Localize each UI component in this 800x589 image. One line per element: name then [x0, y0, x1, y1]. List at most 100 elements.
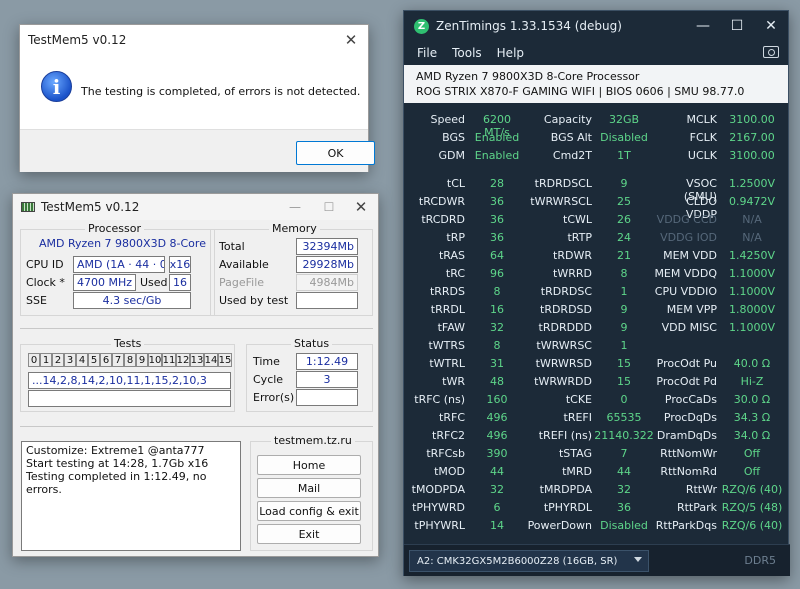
menu-help[interactable]: Help [497, 46, 524, 60]
screenshot-camera-icon[interactable] [763, 46, 779, 58]
timing-label: tRFC (ns) [414, 393, 465, 406]
dimm-select[interactable]: A2: CMK32GX5M2B6000Z28 (16GB, SR) [409, 550, 649, 572]
timing-label: tPHYWRD [412, 501, 465, 514]
timing-value: 34.0 Ω [733, 429, 771, 442]
timing-row: GDM Enabled Cmd2T 1T UCLK 3100.00 [404, 149, 790, 167]
dialog-close-icon[interactable]: ✕ [334, 25, 368, 55]
load-config-exit-button[interactable]: Load config & exit [257, 501, 361, 521]
testmem-title: TestMem5 v0.12 [41, 200, 140, 214]
testmem-window: TestMem5 v0.12 — ☐ ✕ Processor AMD Ryzen… [12, 193, 379, 557]
timing-row: tRFCsb 390 tSTAG 7 RttNomWr Off [404, 447, 790, 465]
test-cell: 2 [52, 353, 64, 367]
dialog-titlebar[interactable]: TestMem5 v0.12 ✕ [20, 25, 368, 55]
cpu-name: AMD Ryzen 7 9800X3D 8-Core Processor [416, 70, 640, 83]
dimm-select-value: A2: CMK32GX5M2B6000Z28 (16GB, SR) [417, 555, 618, 567]
zentimings-title: ZenTimings 1.33.1534 (debug) [436, 19, 622, 33]
timing-label: UCLK [687, 149, 717, 162]
test-cell: 3 [64, 353, 76, 367]
timing-value: 24 [617, 231, 631, 244]
timing-value: N/A [742, 213, 762, 226]
timing-value: 31 [490, 357, 504, 370]
timing-value: 8 [493, 285, 501, 298]
timing-row: tRP 36 tRTP 24 VDDG IOD N/A [404, 231, 790, 249]
errors-field [296, 389, 358, 406]
timing-value: 16 [490, 303, 504, 316]
zentimings-window: Z ZenTimings 1.33.1534 (debug) — ☐ ✕ Fil… [403, 10, 790, 576]
status-group-label: Status [291, 337, 333, 350]
test-cell: 15 [218, 353, 232, 367]
timing-row: tRC 96 tWRRD 8 MEM VDDQ 1.1000V [404, 267, 790, 285]
timing-value: Disabled [600, 519, 648, 532]
timing-value: Enabled [474, 131, 520, 144]
available-field: 29928Mb [296, 256, 358, 273]
mail-button[interactable]: Mail [257, 478, 361, 498]
testmem-titlebar[interactable]: TestMem5 v0.12 — ☐ ✕ [13, 194, 378, 220]
timing-value: 8 [620, 267, 628, 280]
timing-row: tRCDWR 36 tWRWRSCL 25 CLDO VDDP 0.9472V [404, 195, 790, 221]
dialog-title: TestMem5 v0.12 [28, 33, 127, 47]
timing-value: 3100.00 [729, 149, 775, 162]
processor-group-label: Processor [85, 222, 144, 235]
timing-label: tWRWRSCL [530, 195, 592, 208]
timing-row: tRFC2 496 tREFI (ns) 21140.322 DramDqDs 34.0 … [404, 429, 790, 447]
timing-row: tFAW 32 tRDRDDD 9 VDD MISC 1.1000V [404, 321, 790, 339]
timing-value: 7 [620, 447, 628, 460]
timing-label: tRTP [567, 231, 592, 244]
time-label: Time [253, 355, 280, 368]
menu-tools[interactable]: Tools [452, 46, 482, 60]
test-sequence-field: ...14,2,8,14,2,10,11,1,15,2,10,3 [28, 372, 231, 389]
pagefile-field: 4984Mb [296, 274, 358, 291]
processor-name: AMD Ryzen 7 9800X3D 8-Core [39, 237, 206, 250]
timing-label: MEM VPP [666, 303, 717, 316]
maximize-icon[interactable]: ☐ [314, 194, 344, 220]
test-cell: 10 [148, 353, 162, 367]
timing-label: tSTAG [558, 447, 592, 460]
ok-button[interactable]: OK [296, 141, 375, 165]
minimize-icon[interactable]: — [280, 194, 310, 220]
test-cell: 5 [88, 353, 100, 367]
used-label: Used [140, 276, 168, 289]
timing-label: BGS [442, 131, 465, 144]
timing-value: 32 [490, 483, 504, 496]
timing-value: 6 [493, 501, 501, 514]
timing-label: tWRWRSC [536, 339, 592, 352]
timing-label: tRC [445, 267, 465, 280]
log-box[interactable]: Customize: Extreme1 @anta777 Start testi… [21, 441, 241, 551]
timing-value: 64 [490, 249, 504, 262]
timing-label: tMOD [434, 465, 465, 478]
menu-file[interactable]: File [417, 46, 437, 60]
timing-label: tRFC2 [432, 429, 465, 442]
maximize-icon[interactable]: ☐ [720, 11, 754, 41]
used-threads-field: 16 [169, 274, 191, 291]
test-cell: 6 [100, 353, 112, 367]
timing-value: 32 [617, 483, 631, 496]
zentimings-titlebar[interactable]: Z ZenTimings 1.33.1534 (debug) — ☐ ✕ [404, 11, 788, 41]
test-cell: 13 [190, 353, 204, 367]
timing-row: tRRDL 16 tRDRDSD 9 MEM VPP 1.8000V [404, 303, 790, 321]
timing-value: 96 [490, 267, 504, 280]
timing-label: Cmd2T [552, 149, 592, 162]
test-cell: 12 [176, 353, 190, 367]
minimize-icon[interactable]: — [686, 11, 720, 41]
chevron-down-icon [634, 557, 642, 562]
timing-value: Enabled [474, 149, 520, 162]
timing-row: tRCDRD 36 tCWL 26 VDDG CCD N/A [404, 213, 790, 231]
timing-row: tPHYWRL 14 PowerDown Disabled RttParkDqs RZQ/… [404, 519, 790, 537]
timing-value: 1.1000V [728, 267, 775, 280]
timing-value: 36 [490, 213, 504, 226]
testmem-close-icon[interactable]: ✕ [344, 194, 378, 220]
timing-label: tMODPDA [411, 483, 465, 496]
timing-label: ProcOdt Pd [656, 375, 717, 388]
timing-label: PowerDown [527, 519, 592, 532]
exit-button[interactable]: Exit [257, 524, 361, 544]
timing-value: 36 [490, 195, 504, 208]
timing-label: tRDRDDD [538, 321, 592, 334]
timing-row: tRRDS 8 tRDRDSC 1 CPU VDDIO 1.1000V [404, 285, 790, 303]
zentimings-close-icon[interactable]: ✕ [754, 11, 788, 41]
timing-label: tRRDS [429, 285, 465, 298]
timing-label: FCLK [689, 131, 717, 144]
test-cell: 0 [28, 353, 40, 367]
home-button[interactable]: Home [257, 455, 361, 475]
cpu-id-label: CPU ID [26, 258, 64, 271]
timing-value: 496 [486, 411, 508, 424]
